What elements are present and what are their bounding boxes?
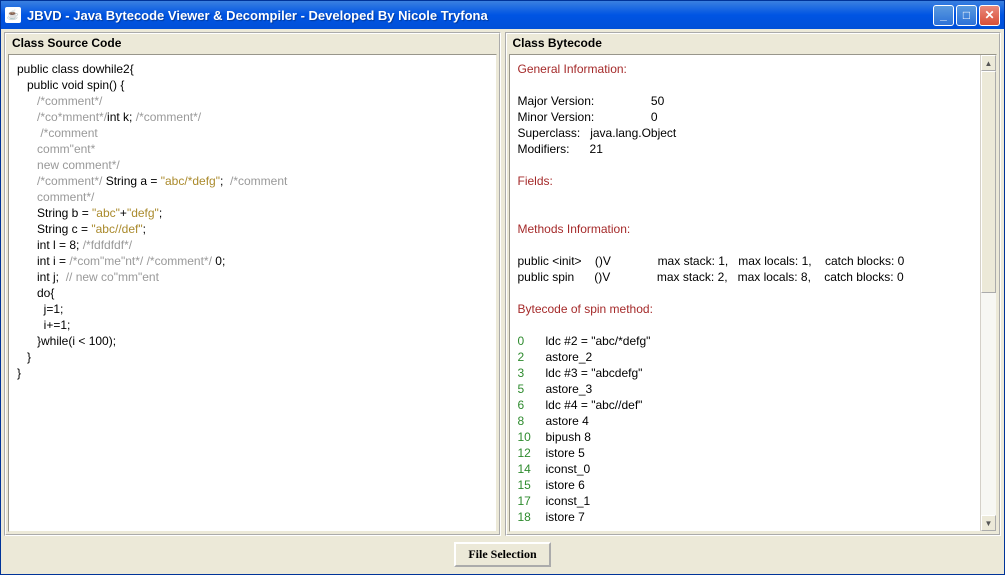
scroll-up-icon[interactable]: ▲ — [981, 55, 996, 71]
source-code: public class dowhile2{ public void spin(… — [9, 55, 496, 387]
bytecode-body[interactable]: General Information: Major Version: 50 M… — [509, 54, 998, 532]
bytecode-scrollbar[interactable]: ▲ ▼ — [980, 55, 996, 531]
footer: File Selection — [4, 536, 1001, 571]
main-window: ☕ JBVD - Java Bytecode Viewer & Decompil… — [0, 0, 1005, 575]
scroll-down-icon[interactable]: ▼ — [981, 515, 996, 531]
close-button[interactable]: ✕ — [979, 5, 1000, 26]
client-area: Class Source Code public class dowhile2{… — [1, 29, 1004, 574]
scroll-thumb[interactable] — [981, 71, 996, 293]
minimize-button[interactable]: _ — [933, 5, 954, 26]
titlebar[interactable]: ☕ JBVD - Java Bytecode Viewer & Decompil… — [1, 1, 1004, 29]
scroll-track[interactable] — [981, 71, 996, 515]
maximize-button[interactable]: □ — [956, 5, 977, 26]
window-title: JBVD - Java Bytecode Viewer & Decompiler… — [27, 8, 933, 23]
file-selection-button[interactable]: File Selection — [454, 542, 550, 567]
bytecode-content: General Information: Major Version: 50 M… — [510, 55, 997, 531]
source-panel: Class Source Code public class dowhile2{… — [4, 32, 501, 536]
bytecode-panel-title: Class Bytecode — [507, 34, 1000, 52]
java-icon: ☕ — [5, 7, 21, 23]
window-controls: _ □ ✕ — [933, 5, 1000, 26]
source-panel-title: Class Source Code — [6, 34, 499, 52]
bytecode-panel: Class Bytecode General Information: Majo… — [505, 32, 1002, 536]
source-body[interactable]: public class dowhile2{ public void spin(… — [8, 54, 497, 532]
panels-row: Class Source Code public class dowhile2{… — [4, 32, 1001, 536]
